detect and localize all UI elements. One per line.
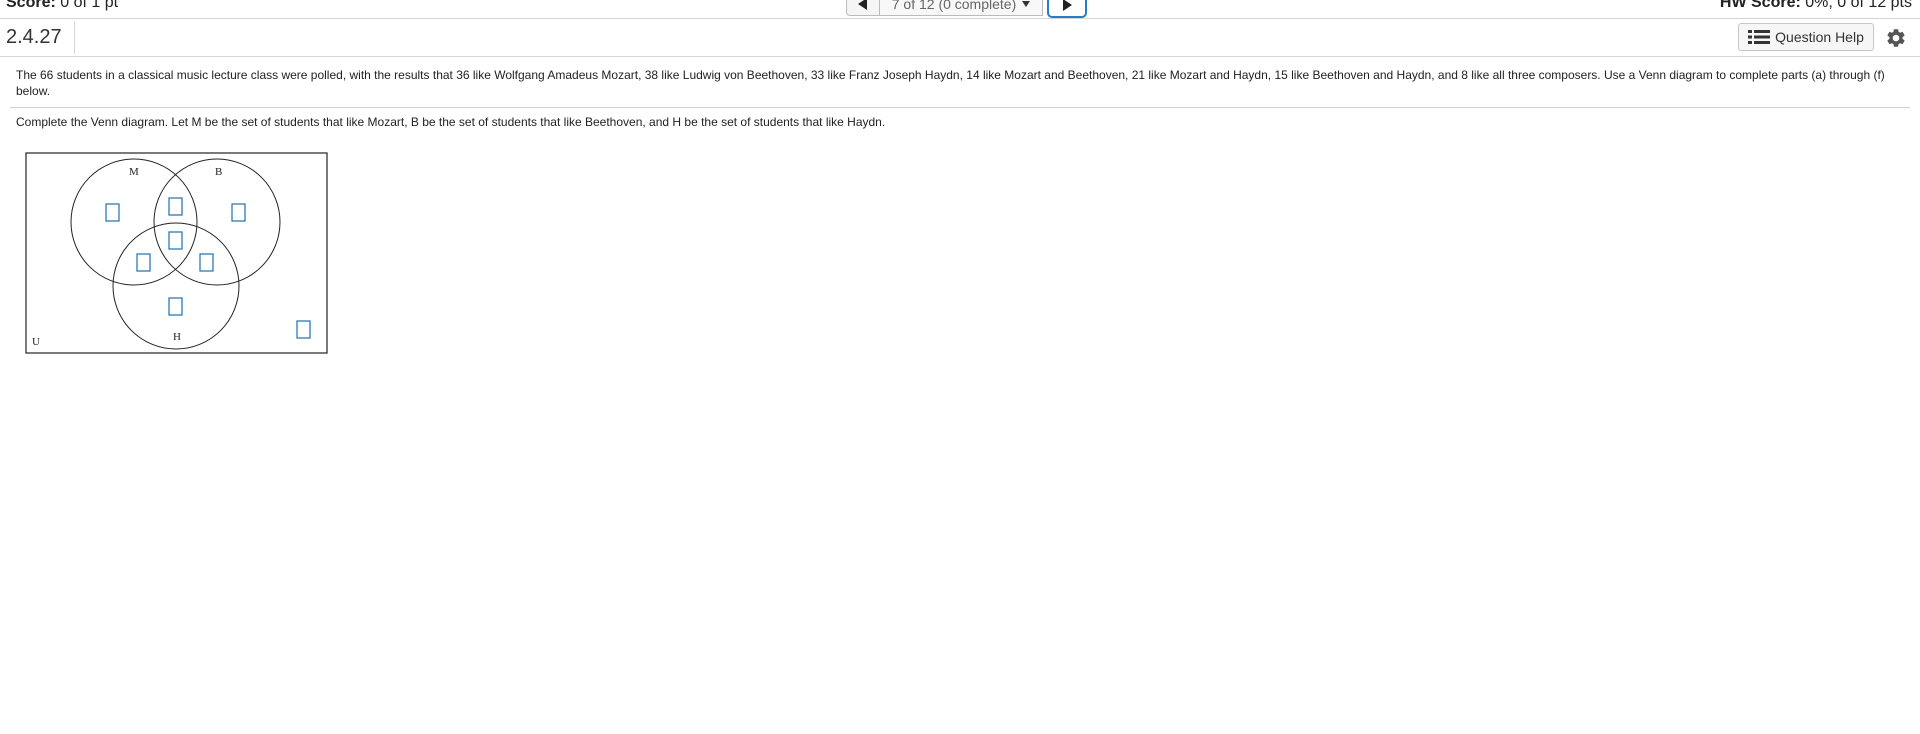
question-bar: 2.4.27 Question Help xyxy=(0,19,1920,57)
set-h-label: H xyxy=(173,331,181,343)
question-position-label: 7 of 12 (0 complete) xyxy=(891,0,1017,12)
answer-box-b-and-h-only[interactable] xyxy=(199,253,214,272)
answer-box-m-only[interactable] xyxy=(105,203,120,222)
score-value: 0 of 1 pt xyxy=(60,0,119,11)
list-icon xyxy=(1748,30,1771,44)
gear-icon[interactable] xyxy=(1885,27,1907,49)
question-number: 2.4.27 xyxy=(6,26,62,48)
question-navigator: 7 of 12 (0 complete) xyxy=(846,0,1087,18)
caret-down-icon xyxy=(1022,1,1031,7)
answer-box-m-and-h-only[interactable] xyxy=(136,253,151,272)
answer-box-h-only[interactable] xyxy=(168,297,183,316)
top-bar: Score: 0 of 1 pt 7 of 12 (0 complete) HW… xyxy=(0,0,1920,19)
venn-diagram: M B H U xyxy=(25,152,328,354)
hw-score-label: HW Score: xyxy=(1719,0,1801,11)
question-position-dropdown[interactable]: 7 of 12 (0 complete) xyxy=(880,0,1043,16)
triangle-left-icon xyxy=(858,0,867,10)
triangle-right-icon xyxy=(1063,0,1072,11)
problem-statement: The 66 students in a classical music lec… xyxy=(16,68,1885,98)
set-b-label: B xyxy=(215,166,222,178)
set-m-label: M xyxy=(129,166,139,178)
section-divider xyxy=(10,107,1910,108)
next-question-button[interactable] xyxy=(1047,0,1087,18)
answer-box-none[interactable] xyxy=(296,320,311,339)
hw-score-display: HW Score: 0%, 0 of 12 pts xyxy=(1720,0,1912,12)
universal-set-rectangle xyxy=(25,152,328,354)
previous-question-button[interactable] xyxy=(846,0,880,16)
answer-box-b-only[interactable] xyxy=(231,203,246,222)
answer-box-m-and-b-only[interactable] xyxy=(168,197,183,216)
part-instruction: Complete the Venn diagram. Let M be the … xyxy=(16,115,886,129)
question-number-divider xyxy=(74,22,75,54)
score-label: Score: xyxy=(6,0,56,11)
answer-box-m-b-h[interactable] xyxy=(168,231,183,250)
question-help-button[interactable]: Question Help xyxy=(1738,23,1874,51)
question-help-label: Question Help xyxy=(1775,29,1864,45)
hw-score-value: 0%, 0 of 12 pts xyxy=(1805,0,1912,11)
universal-set-label: U xyxy=(32,336,40,348)
score-display: Score: 0 of 1 pt xyxy=(6,0,118,12)
